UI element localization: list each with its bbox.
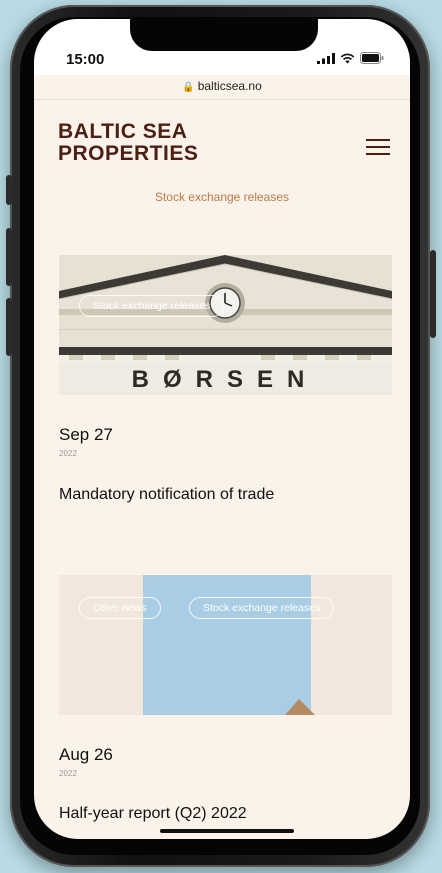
header-divider: [34, 99, 410, 100]
brand-logo[interactable]: BALTIC SEA PROPERTIES: [58, 121, 198, 165]
tag-stock-exchange-releases[interactable]: Stock exchange releases: [189, 597, 335, 619]
article-year: 2022: [59, 769, 77, 778]
article-title[interactable]: Half-year report (Q2) 2022: [59, 805, 247, 823]
article-title[interactable]: Mandatory notification of trade: [59, 486, 274, 504]
article-date: Sep 27: [59, 425, 113, 444]
url-text: balticsea.no: [197, 79, 262, 93]
article-date: Aug 26: [59, 745, 113, 764]
phone-screen: 15:00 🔒 balticsea.no BALTIC SEA PROPERTIE…: [34, 19, 410, 839]
brand-line-1: BALTIC SEA: [58, 120, 188, 143]
volume-down-button: [6, 298, 12, 356]
section-title: Stock exchange releases: [154, 190, 290, 204]
lock-icon: 🔒: [182, 82, 195, 93]
home-indicator[interactable]: [160, 829, 294, 833]
wifi-icon: [340, 53, 355, 63]
hamburger-menu-icon[interactable]: [366, 139, 390, 157]
article-year: 2022: [59, 449, 77, 458]
brand-line-2: PROPERTIES: [58, 142, 199, 165]
borsen-sign-text: BØRSEN: [132, 366, 319, 393]
blue-panel: [143, 575, 311, 715]
article-image-borsen[interactable]: BØRSEN Stock exchange releases: [59, 255, 392, 395]
tag-other-news[interactable]: Other news: [79, 597, 161, 619]
status-time: 15:00: [66, 51, 105, 68]
tag-stock-exchange-releases[interactable]: Stock exchange releases: [79, 295, 225, 317]
status-icons: [317, 52, 384, 64]
building-facade-image: BØRSEN: [59, 255, 392, 395]
notch: [130, 19, 318, 51]
mute-switch: [6, 175, 12, 205]
corner-shape: [285, 699, 315, 715]
article-image-report[interactable]: Other news Stock exchange releases: [59, 575, 392, 715]
address-bar[interactable]: 🔒 balticsea.no: [34, 79, 410, 93]
power-button: [430, 250, 436, 338]
battery-icon: [360, 52, 384, 64]
volume-up-button: [6, 228, 12, 286]
cellular-signal-icon: [317, 52, 335, 64]
